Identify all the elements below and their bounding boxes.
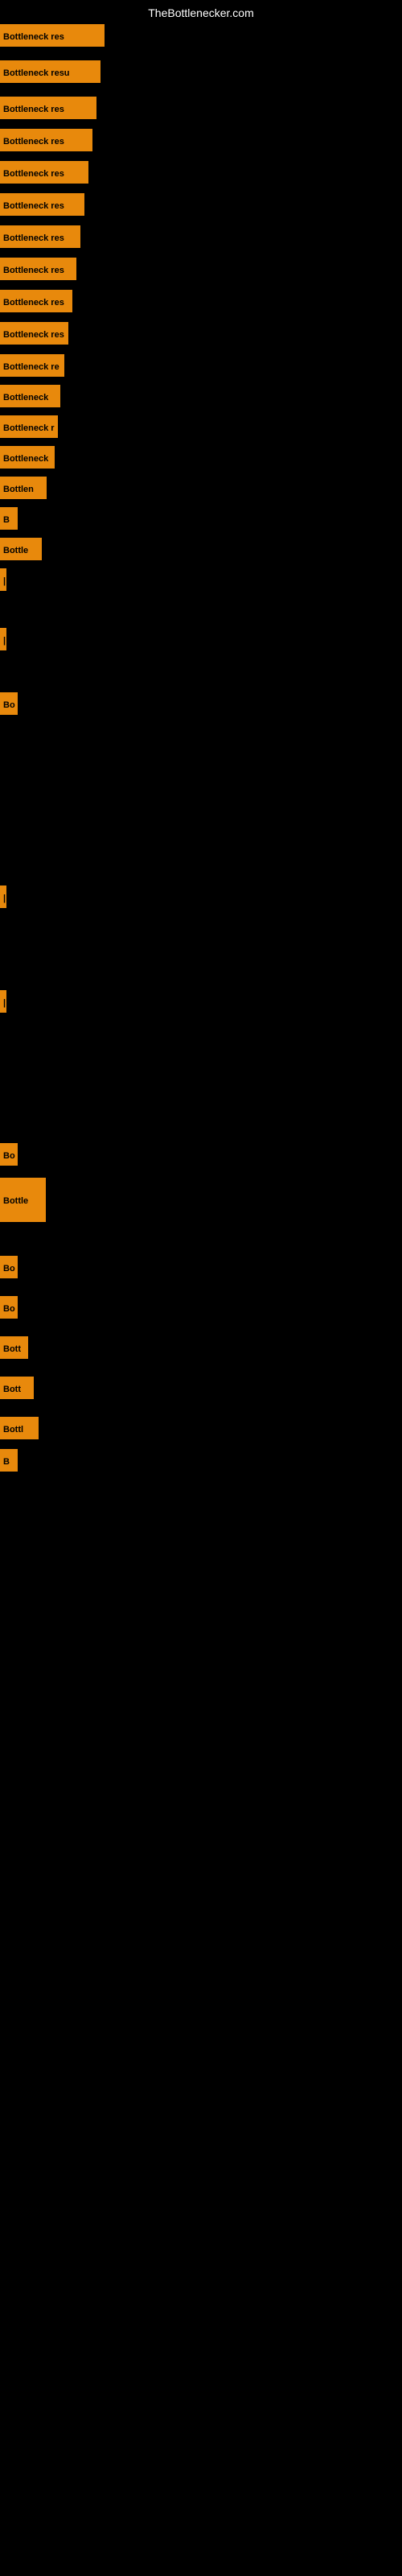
bar-item-11: Bottleneck	[0, 385, 60, 411]
bar-item-16: Bottle	[0, 538, 42, 564]
bar-item-19: Bo	[0, 692, 18, 719]
bar-item-20: |	[0, 886, 6, 912]
bar-item-25: Bo	[0, 1296, 18, 1323]
bar-item-13: Bottleneck	[0, 446, 55, 473]
bar-label-28: Bottl	[0, 1417, 39, 1439]
bar-item-12: Bottleneck r	[0, 415, 58, 442]
bar-item-4: Bottleneck res	[0, 161, 88, 188]
bar-item-29: B	[0, 1449, 18, 1476]
bar-item-24: Bo	[0, 1256, 18, 1282]
bar-label-2: Bottleneck res	[0, 97, 96, 119]
bar-label-0: Bottleneck res	[0, 24, 105, 47]
bar-item-18: |	[0, 628, 6, 654]
bar-label-7: Bottleneck res	[0, 258, 76, 280]
bar-item-8: Bottleneck res	[0, 290, 72, 316]
bar-item-14: Bottlen	[0, 477, 47, 503]
site-title: TheBottlenecker.com	[0, 6, 402, 19]
bar-item-5: Bottleneck res	[0, 193, 84, 220]
bar-item-10: Bottleneck re	[0, 354, 64, 381]
bar-label-9: Bottleneck res	[0, 322, 68, 345]
bar-item-0: Bottleneck res	[0, 24, 105, 51]
bar-label-12: Bottleneck r	[0, 415, 58, 438]
bar-label-29: B	[0, 1449, 18, 1472]
bar-label-27: Bott	[0, 1377, 34, 1399]
bar-item-1: Bottleneck resu	[0, 60, 100, 87]
bar-item-23: Bottle	[0, 1178, 46, 1226]
bar-label-20: |	[0, 886, 6, 908]
bar-label-25: Bo	[0, 1296, 18, 1319]
bar-label-6: Bottleneck res	[0, 225, 80, 248]
bar-item-21: |	[0, 990, 6, 1017]
bar-label-4: Bottleneck res	[0, 161, 88, 184]
bar-label-3: Bottleneck res	[0, 129, 92, 151]
bar-label-1: Bottleneck resu	[0, 60, 100, 83]
bar-label-19: Bo	[0, 692, 18, 715]
bar-label-8: Bottleneck res	[0, 290, 72, 312]
bar-item-3: Bottleneck res	[0, 129, 92, 155]
bar-label-16: Bottle	[0, 538, 42, 560]
bar-label-14: Bottlen	[0, 477, 47, 499]
bar-item-9: Bottleneck res	[0, 322, 68, 349]
bar-item-17: |	[0, 568, 6, 595]
bar-label-23: Bottle	[0, 1178, 46, 1222]
bar-label-24: Bo	[0, 1256, 18, 1278]
bar-label-15: B	[0, 507, 18, 530]
bar-label-18: |	[0, 628, 6, 650]
bar-label-21: |	[0, 990, 6, 1013]
bar-item-28: Bottl	[0, 1417, 39, 1443]
bar-label-22: Bo	[0, 1143, 18, 1166]
bar-label-11: Bottleneck	[0, 385, 60, 407]
bar-item-27: Bott	[0, 1377, 34, 1403]
bar-item-15: B	[0, 507, 18, 534]
bar-item-7: Bottleneck res	[0, 258, 76, 284]
bar-label-5: Bottleneck res	[0, 193, 84, 216]
bar-label-13: Bottleneck	[0, 446, 55, 469]
bar-label-10: Bottleneck re	[0, 354, 64, 377]
bar-label-17: |	[0, 568, 6, 591]
bar-item-26: Bott	[0, 1336, 28, 1363]
bar-item-6: Bottleneck res	[0, 225, 80, 252]
bar-item-22: Bo	[0, 1143, 18, 1170]
bar-item-2: Bottleneck res	[0, 97, 96, 123]
bar-label-26: Bott	[0, 1336, 28, 1359]
